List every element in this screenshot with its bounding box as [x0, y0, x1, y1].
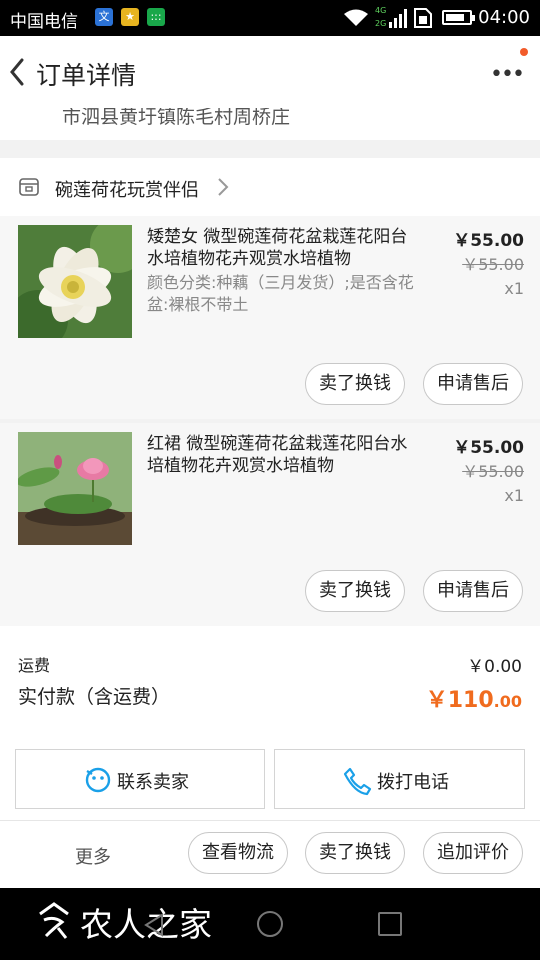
quantity: x1: [504, 486, 524, 505]
more-menu-icon[interactable]: •••: [490, 62, 525, 87]
clock: 04:00: [478, 7, 530, 28]
network-4g-label: 4G: [375, 6, 386, 15]
product-image-lotus-white[interactable]: [18, 225, 132, 338]
app-notification-icon-2: ★: [121, 8, 139, 26]
sell-button[interactable]: 卖了换钱: [305, 363, 405, 405]
after-sale-button[interactable]: 申请售后: [423, 363, 523, 405]
order-actions: 更多 查看物流 卖了换钱 追加评价: [0, 820, 540, 888]
total-value: ￥110.00: [426, 682, 522, 714]
total-label: 实付款（含运费）: [18, 686, 171, 708]
contact-seller-button[interactable]: 联系卖家: [15, 749, 265, 809]
freight-label: 运费: [18, 656, 51, 675]
contact-bar: 联系卖家 拨打电话: [0, 742, 540, 820]
original-price: ￥55.00: [462, 255, 524, 274]
app-notification-icon-3: :::: [147, 8, 165, 26]
home-nav-icon[interactable]: [256, 910, 284, 938]
phone-icon: [343, 767, 372, 796]
total-cents: .00: [493, 692, 522, 711]
product-price: ￥55.00: [453, 231, 524, 251]
brand-logo-icon: [39, 902, 69, 939]
view-logistics-button[interactable]: 查看物流: [188, 832, 288, 874]
product-attributes: 颜色分类:种藕（三月发货）;是否含花盆:裸根不带土: [147, 273, 414, 314]
call-button[interactable]: 拨打电话: [274, 749, 525, 809]
call-label: 拨打电话: [377, 772, 449, 793]
chat-face-icon: [85, 767, 111, 793]
app-notification-icon: 文: [95, 8, 113, 26]
original-price: ￥55.00: [462, 462, 524, 481]
notification-dot: [520, 48, 528, 56]
shop-icon: [19, 178, 39, 196]
address-line: 市泗县黄圩镇陈毛村周桥庄: [62, 108, 291, 128]
chevron-right-icon: [218, 178, 229, 196]
nav-bar: 订单详情 •••: [0, 36, 540, 108]
contact-seller-label: 联系卖家: [117, 772, 189, 793]
order-item[interactable]: 红裙 微型碗莲荷花盆栽莲花阳台水培植物花卉观赏水培植物 ￥55.00 ￥55.0…: [0, 423, 540, 626]
page-title: 订单详情: [36, 61, 137, 90]
status-bar: 中国电信 文 ★ ::: 4G 2G 04:00: [0, 0, 540, 36]
product-title[interactable]: 矮楚女 微型碗莲荷花盆栽莲花阳台水培植物花卉观赏水培植物: [147, 226, 415, 270]
back-icon[interactable]: [6, 54, 30, 90]
order-summary: 运费 ￥0.00 实付款（含运费） ￥110.00: [0, 626, 540, 742]
sell-button[interactable]: 卖了换钱: [305, 570, 405, 612]
recents-nav-icon[interactable]: [377, 911, 403, 937]
signal-icon: 4G 2G: [375, 6, 407, 28]
freight-value: ￥0.00: [467, 657, 522, 677]
wifi-icon: [344, 9, 368, 26]
shop-name: 碗莲荷花玩赏伴侣: [55, 180, 199, 201]
more-actions-label[interactable]: 更多: [75, 843, 111, 869]
add-review-button[interactable]: 追加评价: [423, 832, 523, 874]
product-price: ￥55.00: [453, 438, 524, 458]
system-nav-bar: 农人之家: [0, 888, 540, 960]
sim-icon: [414, 8, 432, 28]
carrier-label: 中国电信: [10, 12, 78, 32]
quantity: x1: [504, 279, 524, 298]
shop-header[interactable]: 碗莲荷花玩赏伴侣: [0, 158, 540, 216]
product-title[interactable]: 红裙 微型碗莲荷花盆栽莲花阳台水培植物花卉观赏水培植物: [147, 433, 415, 477]
back-nav-icon[interactable]: [142, 912, 166, 938]
sell-button[interactable]: 卖了换钱: [305, 832, 405, 874]
battery-icon: [442, 10, 475, 25]
network-2g-label: 2G: [375, 19, 386, 28]
order-item[interactable]: 矮楚女 微型碗莲荷花盆栽莲花阳台水培植物花卉观赏水培植物 颜色分类:种藕（三月发…: [0, 216, 540, 419]
total-amount: ￥110: [425, 688, 494, 713]
shipping-address: 市泗县黄圩镇陈毛村周桥庄: [0, 108, 540, 140]
product-image-lotus-pink[interactable]: [18, 432, 132, 545]
after-sale-button[interactable]: 申请售后: [423, 570, 523, 612]
